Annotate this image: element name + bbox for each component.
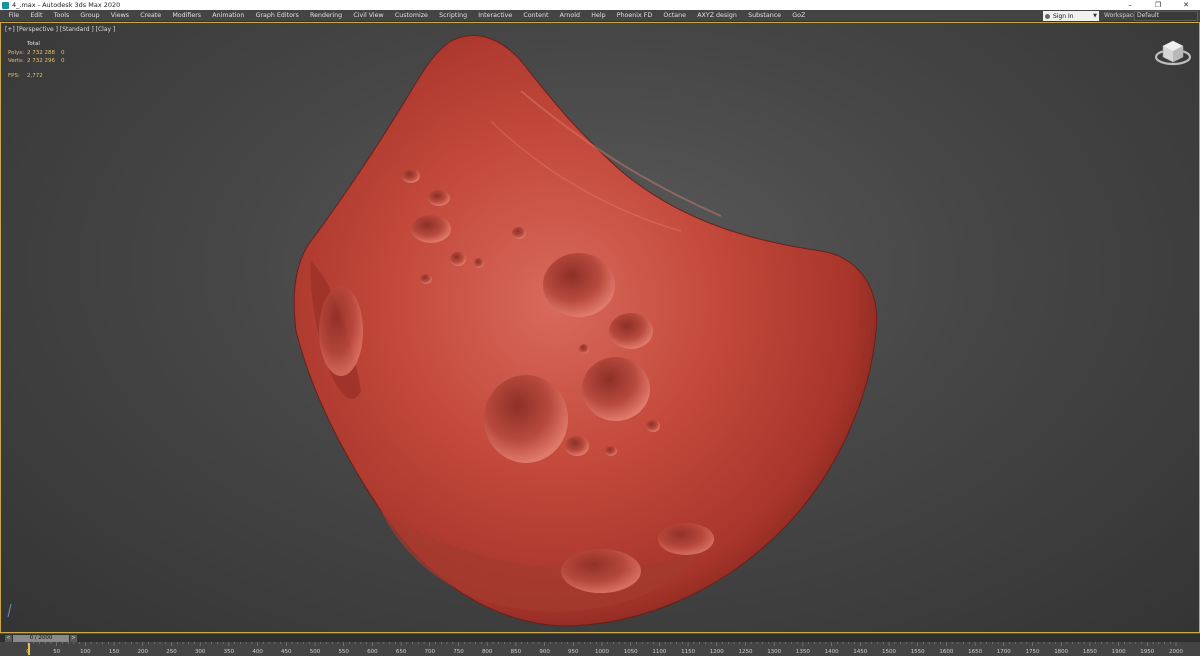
app-icon	[2, 1, 9, 9]
sign-in-label: Sign In	[1053, 12, 1074, 20]
perspective-viewport[interactable]: [+] [Perspective ] [Standard ] [Clay ] T…	[0, 22, 1200, 633]
ruler-tick-label: 1100	[652, 649, 666, 655]
ruler-tick-label: 50	[53, 649, 60, 655]
menu-edit[interactable]: Edit	[25, 10, 48, 22]
ruler-tick-label: 1050	[624, 649, 638, 655]
fps-label: FPS:	[8, 72, 20, 79]
ruler-tick-label: 1350	[796, 649, 810, 655]
menu-create[interactable]: Create	[135, 10, 167, 22]
timeline: < 0 / 2000 > 050100150200250300350400450…	[0, 633, 1200, 656]
ruler-tick-label: 950	[568, 649, 579, 655]
menu-octane[interactable]: Octane	[658, 10, 692, 22]
polys-value: 2 732 288	[27, 49, 55, 56]
ruler-tick-label: 1950	[1140, 649, 1154, 655]
ruler-tick-label: 600	[367, 649, 378, 655]
ruler-tick-label: 1700	[997, 649, 1011, 655]
workspace-select[interactable]: Default	[1134, 11, 1198, 21]
menu-tools[interactable]: Tools	[48, 10, 75, 22]
menu-content[interactable]: Content	[518, 10, 554, 22]
window-controls: – ❐ ✕	[1116, 0, 1200, 10]
ruler-tick-label: 550	[338, 649, 349, 655]
ruler-tick-label: 800	[482, 649, 493, 655]
ruler-tick-label: 850	[511, 649, 522, 655]
ruler-tick-label: 1250	[739, 649, 753, 655]
ruler-tick-label: 1200	[710, 649, 724, 655]
menu-bar: File Edit Tools Group Views Create Modif…	[0, 10, 1200, 22]
menu-arnold[interactable]: Arnold	[554, 10, 586, 22]
ruler-tick-label: 300	[195, 649, 206, 655]
asteroid-model[interactable]	[281, 31, 891, 631]
ruler-tick-label: 750	[453, 649, 464, 655]
menu-phoenix-fd[interactable]: Phoenix FD	[611, 10, 658, 22]
ruler-tick-label: 1600	[939, 649, 953, 655]
fps-value: 2,772	[27, 72, 43, 79]
ruler-tick-label: 150	[109, 649, 120, 655]
stats-header: Total	[27, 41, 40, 47]
ruler-tick-label: 900	[539, 649, 550, 655]
window-title: 4_.max - Autodesk 3ds Max 2020	[12, 1, 121, 9]
playhead-marker[interactable]	[28, 643, 30, 655]
close-button[interactable]: ✕	[1172, 0, 1200, 10]
ruler-tick-label: 1300	[767, 649, 781, 655]
polys-selected: 0	[61, 49, 65, 56]
ruler-tick-label: 700	[425, 649, 436, 655]
ruler-tick-label: 1750	[1026, 649, 1040, 655]
time-slider-bar[interactable]: < 0 / 2000 >	[0, 633, 1200, 642]
menu-rendering[interactable]: Rendering	[304, 10, 347, 22]
menu-axyz-design[interactable]: AXYZ design	[692, 10, 743, 22]
minimize-button[interactable]: –	[1116, 0, 1144, 10]
previous-frame-button[interactable]: <	[5, 635, 12, 642]
ruler-tick-label: 1150	[681, 649, 695, 655]
track-ruler: 0501001502002503003504004505005506006507…	[26, 642, 1183, 655]
ruler-tick-label: 400	[252, 649, 263, 655]
polys-label: Polys:	[8, 49, 24, 56]
menu-scripting[interactable]: Scripting	[434, 10, 473, 22]
menu-interactive[interactable]: Interactive	[473, 10, 518, 22]
menu-substance[interactable]: Substance	[743, 10, 787, 22]
menu-file[interactable]: File	[3, 10, 25, 22]
ruler-tick-label: 1500	[882, 649, 896, 655]
ruler-tick-label: 1650	[968, 649, 982, 655]
menu-customize[interactable]: Customize	[389, 10, 433, 22]
ruler-tick-label: 2000	[1169, 649, 1183, 655]
menu-views[interactable]: Views	[105, 10, 134, 22]
track-bar[interactable]: 0501001502002503003504004505005506006507…	[0, 642, 1200, 656]
ruler-tick-label: 1850	[1083, 649, 1097, 655]
menu-modifiers[interactable]: Modifiers	[167, 10, 207, 22]
menu-goz[interactable]: GoZ	[787, 10, 811, 22]
ruler-tick-label: 1550	[911, 649, 925, 655]
ruler-tick-label: 650	[396, 649, 407, 655]
viewport-label-menu[interactable]: [+] [Perspective ] [Standard ] [Clay ]	[5, 26, 115, 33]
ruler-tick-label: 1000	[595, 649, 609, 655]
scene-statistics: Total Polys: 2 732 288 0 Verts: 2 732 29…	[8, 40, 65, 80]
menu-help[interactable]: Help	[586, 10, 612, 22]
ruler-tick-label: 1900	[1112, 649, 1126, 655]
chevron-down-icon: ▼	[1093, 13, 1097, 19]
user-icon	[1045, 13, 1050, 19]
verts-selected: 0	[61, 58, 65, 64]
main-menu: File Edit Tools Group Views Create Modif…	[0, 10, 811, 22]
ruler-tick-label: 200	[138, 649, 149, 655]
menu-animation[interactable]: Animation	[207, 10, 250, 22]
menu-civil-view[interactable]: Civil View	[348, 10, 390, 22]
verts-value: 2 732 296	[27, 58, 55, 64]
viewcube-icon[interactable]	[1153, 37, 1193, 69]
ruler-tick-label: 250	[166, 649, 177, 655]
time-slider-thumb[interactable]: 0 / 2000	[13, 635, 69, 642]
ruler-tick-label: 1800	[1054, 649, 1068, 655]
verts-label: Verts:	[8, 58, 24, 64]
menu-graph-editors[interactable]: Graph Editors	[250, 10, 304, 22]
ruler-tick-label: 1400	[825, 649, 839, 655]
ruler-tick-label: 450	[281, 649, 292, 655]
title-bar: 4_.max - Autodesk 3ds Max 2020 – ❐ ✕	[0, 0, 1200, 10]
sign-in-dropdown[interactable]: Sign In ▼	[1043, 11, 1099, 21]
ruler-tick-label: 1450	[853, 649, 867, 655]
axis-tripod-icon	[7, 603, 12, 618]
ruler-tick-label: 100	[80, 649, 91, 655]
restore-button[interactable]: ❐	[1144, 0, 1172, 10]
next-frame-button[interactable]: >	[70, 635, 77, 642]
menu-group[interactable]: Group	[75, 10, 105, 22]
ruler-tick-label: 500	[310, 649, 321, 655]
ruler-tick-label: 350	[224, 649, 235, 655]
